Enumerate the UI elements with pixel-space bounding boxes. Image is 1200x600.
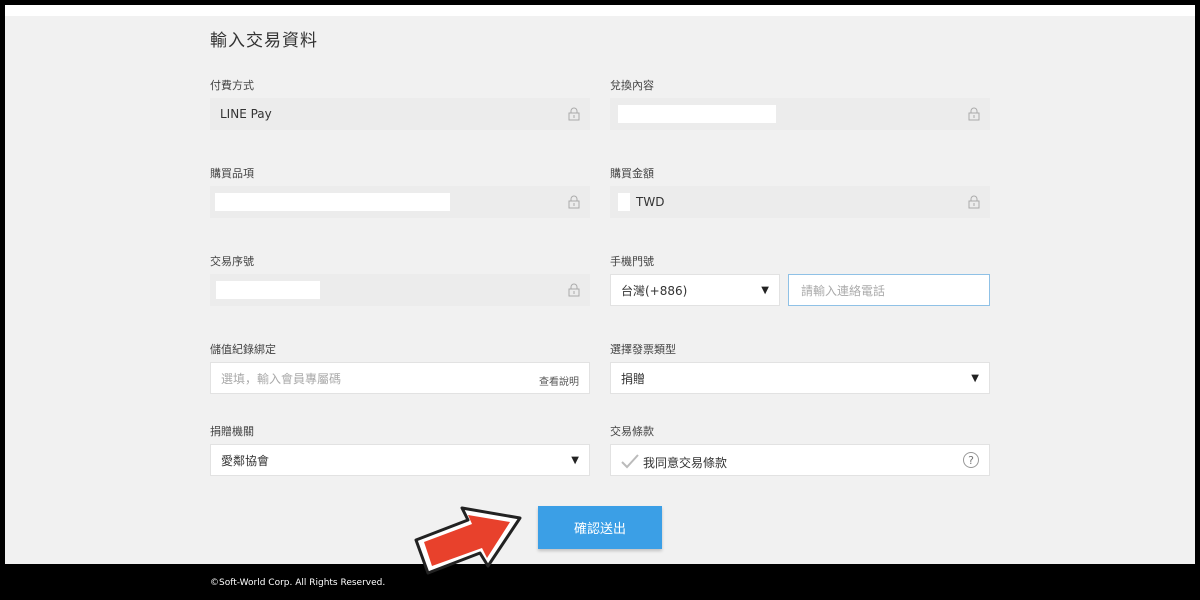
form-panel <box>5 5 1195 564</box>
purchase-amount-field: TWD <box>610 186 990 218</box>
chevron-down-icon: ▼ <box>971 373 979 384</box>
terms-label: 交易條款 <box>610 425 654 438</box>
donation-org-select[interactable]: 愛鄰協會 ▼ <box>210 444 590 476</box>
invoice-type-label: 選擇發票類型 <box>610 343 676 356</box>
exchange-content-field <box>610 98 990 130</box>
redacted-value <box>618 105 776 123</box>
lock-icon <box>568 107 580 121</box>
chevron-down-icon: ▼ <box>571 455 579 466</box>
transaction-no-label: 交易序號 <box>210 255 254 268</box>
country-code-select[interactable]: 台灣(+886) ▼ <box>610 274 780 306</box>
check-icon <box>621 454 639 469</box>
lock-icon <box>968 107 980 121</box>
transaction-no-field <box>210 274 590 306</box>
donation-org-value: 愛鄰協會 <box>221 453 270 468</box>
lock-icon <box>568 283 580 297</box>
arrow-pointer-icon <box>414 506 522 575</box>
submit-button[interactable]: 確認送出 <box>538 506 662 549</box>
lock-icon <box>968 195 980 209</box>
payment-method-value: LINE Pay <box>220 107 272 121</box>
redacted-value <box>215 193 450 211</box>
page-title: 輸入交易資料 <box>210 31 318 51</box>
country-code-value: 台灣(+886) <box>621 283 688 298</box>
phone-input[interactable]: 請輸入連絡電話 <box>788 274 990 306</box>
stored-value-label: 儲值紀錄綁定 <box>210 343 276 356</box>
invoice-type-select[interactable]: 捐贈 ▼ <box>610 362 990 394</box>
footer-copyright: ©Soft-World Corp. All Rights Reserved. <box>210 578 386 588</box>
payment-method-label: 付費方式 <box>210 79 254 92</box>
member-code-placeholder: 選填，輸入會員專屬碼 <box>221 371 342 386</box>
lock-icon <box>568 195 580 209</box>
purchase-item-label: 購買品項 <box>210 167 254 180</box>
chevron-down-icon: ▼ <box>761 285 769 296</box>
member-code-input[interactable]: 選填，輸入會員專屬碼 查看說明 <box>210 362 590 394</box>
phone-placeholder: 請輸入連絡電話 <box>801 283 886 298</box>
terms-text: 我同意交易條款 <box>643 456 728 470</box>
donation-org-label: 捐贈機關 <box>210 425 254 438</box>
help-link[interactable]: 查看說明 <box>539 373 579 388</box>
phone-label: 手機門號 <box>610 255 654 268</box>
purchase-item-field <box>210 186 590 218</box>
purchase-amount-label: 購買金額 <box>610 167 654 180</box>
question-icon[interactable]: ? <box>963 452 979 468</box>
currency-label: TWD <box>636 195 665 209</box>
terms-checkbox[interactable]: 我同意交易條款 ? <box>610 444 990 476</box>
redacted-value <box>618 193 630 211</box>
payment-method-field: LINE Pay <box>210 98 590 130</box>
exchange-content-label: 兌換內容 <box>610 79 654 92</box>
invoice-type-value: 捐贈 <box>621 371 646 386</box>
redacted-value <box>216 281 320 299</box>
